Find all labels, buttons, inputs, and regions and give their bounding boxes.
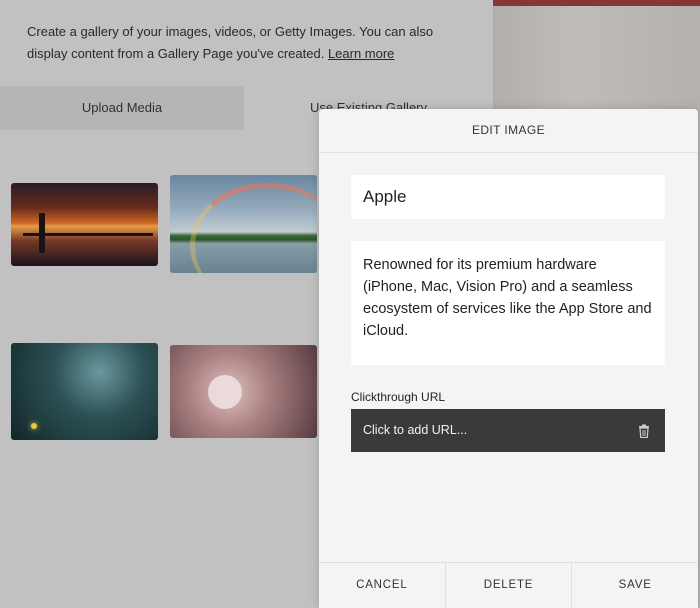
clickthrough-url-field[interactable]: Click to add URL... xyxy=(351,409,665,452)
trash-icon[interactable] xyxy=(638,424,650,438)
edit-image-dialog: EDIT IMAGE Renowned for its premium hard… xyxy=(319,109,698,608)
url-placeholder: Click to add URL... xyxy=(363,423,468,437)
delete-button[interactable]: DELETE xyxy=(444,563,572,608)
dialog-footer: CANCEL DELETE SAVE xyxy=(319,562,698,608)
image-title-input[interactable] xyxy=(351,175,665,219)
dialog-title: EDIT IMAGE xyxy=(319,109,698,153)
save-button[interactable]: SAVE xyxy=(571,563,698,608)
image-description-textarea[interactable]: Renowned for its premium hardware (iPhon… xyxy=(351,241,665,365)
clickthrough-url-label: Clickthrough URL xyxy=(351,390,446,404)
cancel-button[interactable]: CANCEL xyxy=(319,563,445,608)
